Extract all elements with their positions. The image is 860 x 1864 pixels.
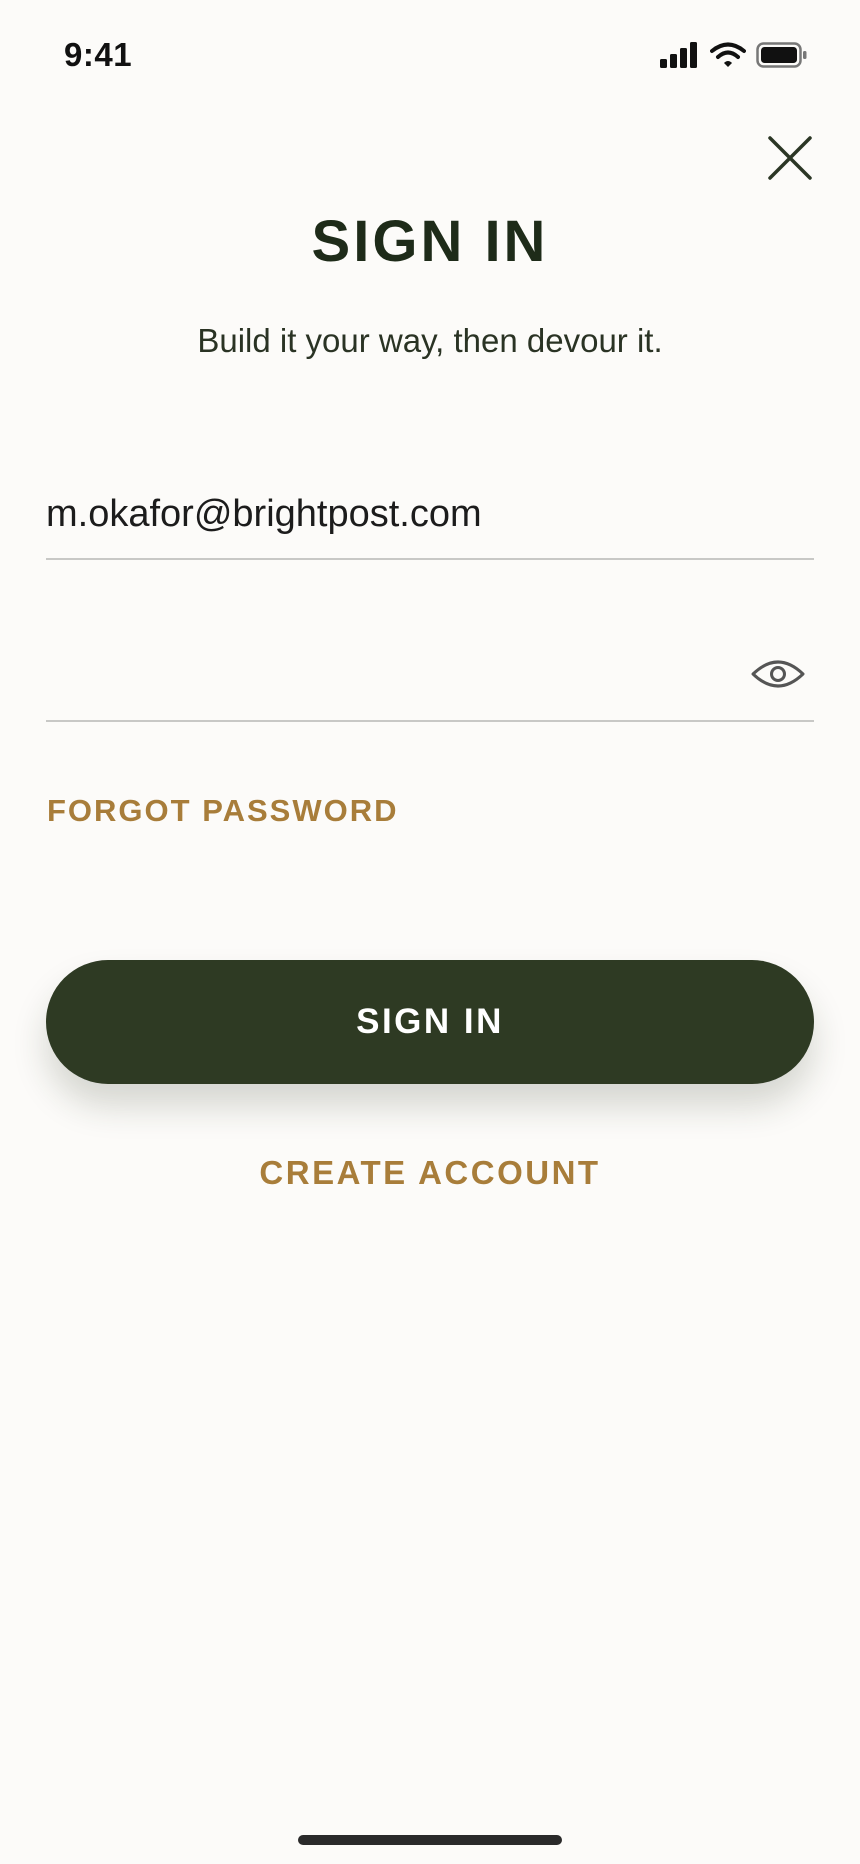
status-time: 9:41: [64, 36, 133, 73]
wifi-icon: [710, 42, 746, 67]
page-title: SIGN IN: [311, 209, 549, 274]
password-visibility-toggle[interactable]: [750, 654, 806, 694]
sign-in-button[interactable]: SIGN IN: [46, 960, 814, 1084]
create-account-link[interactable]: CREATE ACCOUNT: [0, 1154, 860, 1192]
close-button[interactable]: [766, 134, 814, 182]
signal-icon: [660, 42, 697, 68]
home-indicator: [298, 1835, 562, 1845]
status-bar: 9:41: [0, 0, 860, 110]
page-subtitle: Build it your way, then devour it.: [197, 322, 663, 359]
email-field[interactable]: [46, 484, 814, 544]
status-icons: [660, 40, 808, 70]
password-field[interactable]: [46, 650, 726, 710]
eye-icon: [751, 660, 805, 688]
password-field-container: [46, 650, 814, 722]
email-field-container: [46, 484, 814, 560]
battery-icon: [756, 42, 807, 68]
forgot-password-link[interactable]: FORGOT PASSWORD: [47, 793, 398, 829]
close-icon: [768, 136, 812, 180]
